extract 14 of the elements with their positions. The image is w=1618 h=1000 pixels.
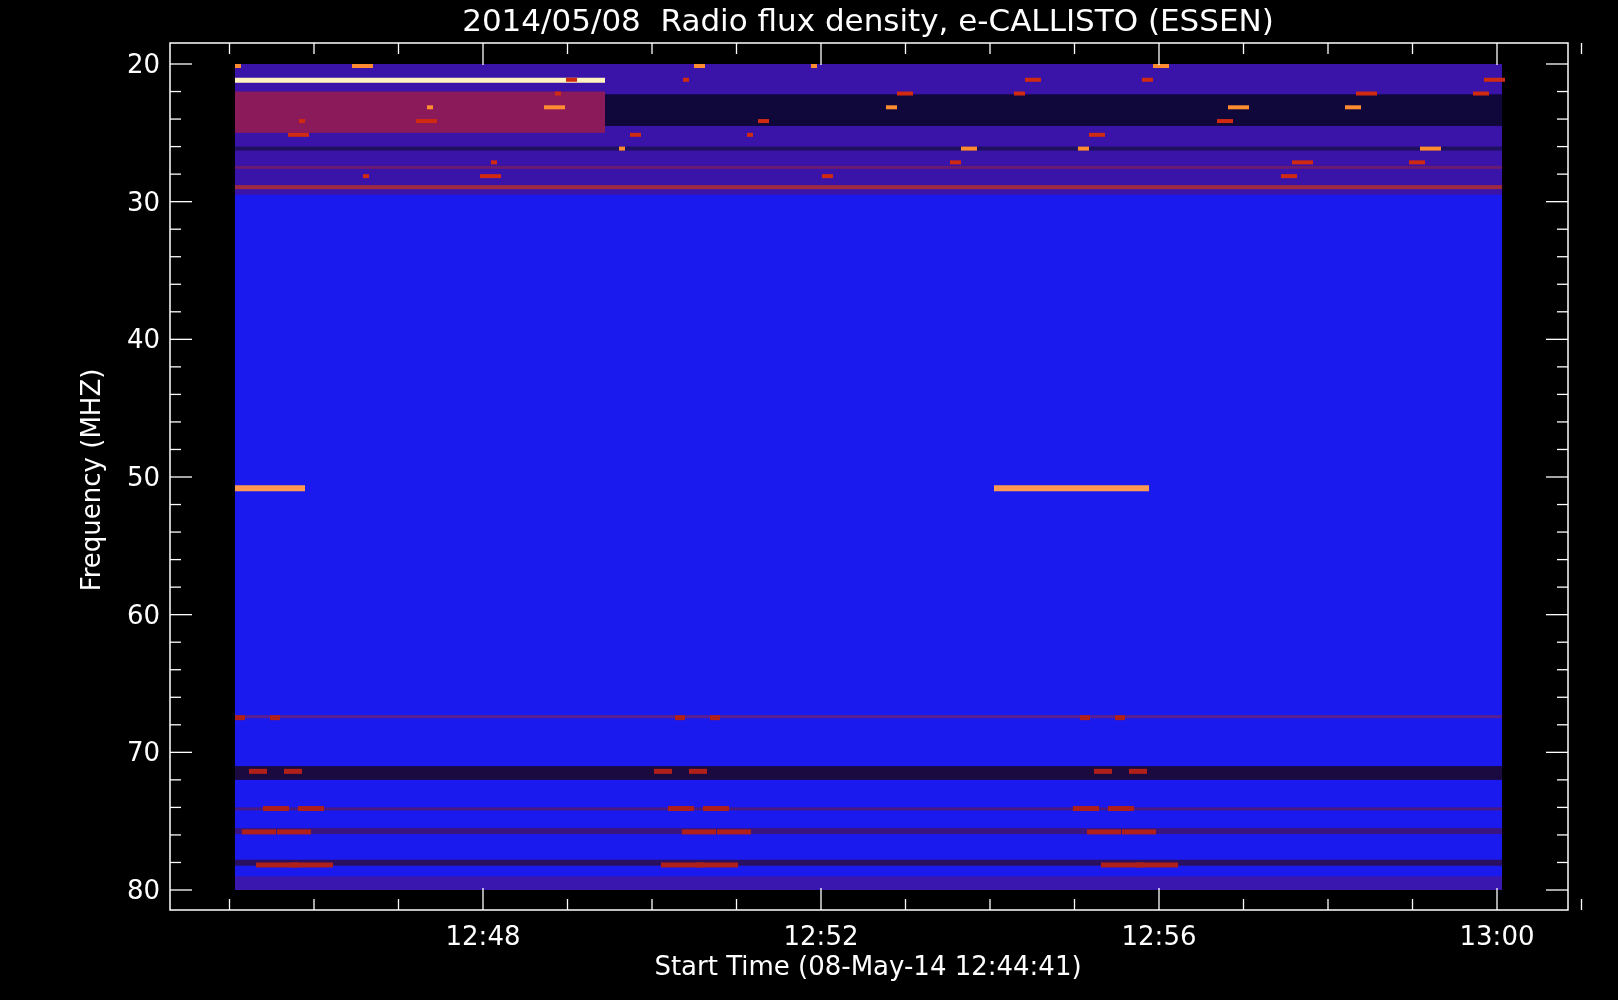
axis-tick-label: 80 <box>126 875 160 905</box>
chart-title: 2014/05/08 Radio flux density, e-CALLISTO (ESSEN) <box>462 2 1274 38</box>
axis-tick-label: 40 <box>126 324 160 355</box>
axis-tick-label: 12:56 <box>1121 921 1197 951</box>
axis-tick-label: 70 <box>126 737 160 768</box>
axis-tick-label: 20 <box>126 49 160 79</box>
axis-title: Frequency (MHZ) <box>76 368 106 592</box>
axis-tick-label: 50 <box>126 462 160 492</box>
axis-tick-label: 13:00 <box>1459 921 1535 951</box>
axis-tick-label: 30 <box>126 186 160 217</box>
axis-tick-label: 60 <box>126 599 160 630</box>
axis-title: Start Time (08-May-14 12:44:41) <box>654 951 1082 981</box>
axis-tick-label: 12:52 <box>783 921 859 951</box>
axis-tick-label: 12:48 <box>445 921 521 951</box>
